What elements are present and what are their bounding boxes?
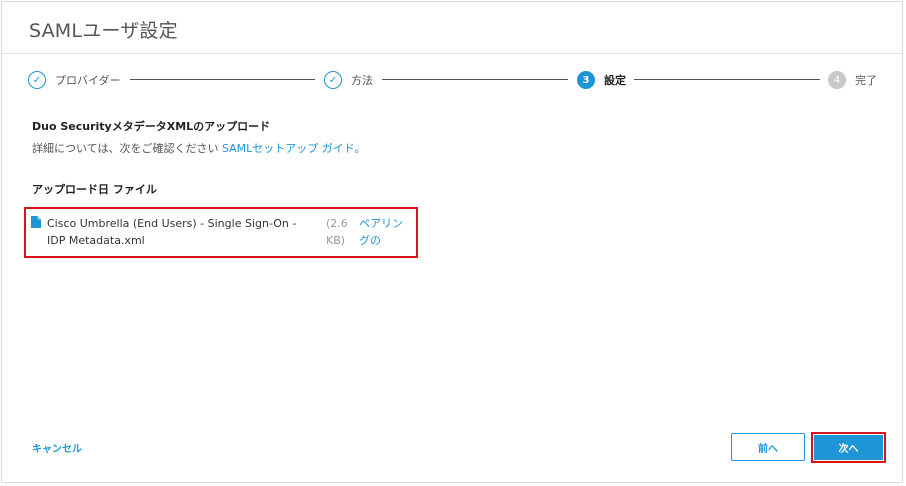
cancel-link[interactable]: キャンセル [32, 440, 82, 455]
step-connector [382, 79, 568, 80]
file-size: (2.6 KB) [326, 217, 348, 247]
pairing-link[interactable]: ペアリングの [359, 215, 411, 249]
step-label: 方法 [351, 74, 373, 87]
step-number-badge: 4 [828, 71, 846, 89]
next-button[interactable]: 次へ [814, 435, 883, 460]
check-icon: ✓ [324, 71, 342, 89]
step-label: プロバイダー [55, 74, 121, 87]
description-text: 詳細については、次をご確認ください [32, 142, 219, 155]
file-icon [31, 216, 41, 228]
step-provider[interactable]: ✓ プロバイダー [28, 69, 121, 91]
section-heading: Duo SecurityメタデータXMLのアップロード [32, 120, 271, 133]
step-number-badge: 3 [577, 71, 595, 89]
title-bar: SAMLユーザ設定 [2, 2, 902, 54]
step-label: 完了 [855, 74, 877, 87]
step-label: 設定 [604, 74, 626, 87]
step-method[interactable]: ✓ 方法 [324, 69, 373, 91]
file-name: Cisco Umbrella (End Users) - Single Sign… [47, 217, 297, 247]
description: 詳細については、次をご確認ください SAMLセットアップ ガイド。 [32, 140, 366, 156]
saml-setup-guide-link[interactable]: SAMLセットアップ ガイド。 [222, 142, 366, 155]
upload-heading: アップロード日 ファイル [32, 183, 157, 196]
prev-button[interactable]: 前へ [731, 433, 805, 461]
step-connector [130, 79, 315, 80]
dialog-title: SAMLユーザ設定 [29, 20, 178, 42]
step-connector [634, 79, 820, 80]
step-complete[interactable]: 4 完了 [828, 69, 877, 91]
step-settings[interactable]: 3 設定 [577, 69, 626, 91]
check-icon: ✓ [28, 71, 46, 89]
